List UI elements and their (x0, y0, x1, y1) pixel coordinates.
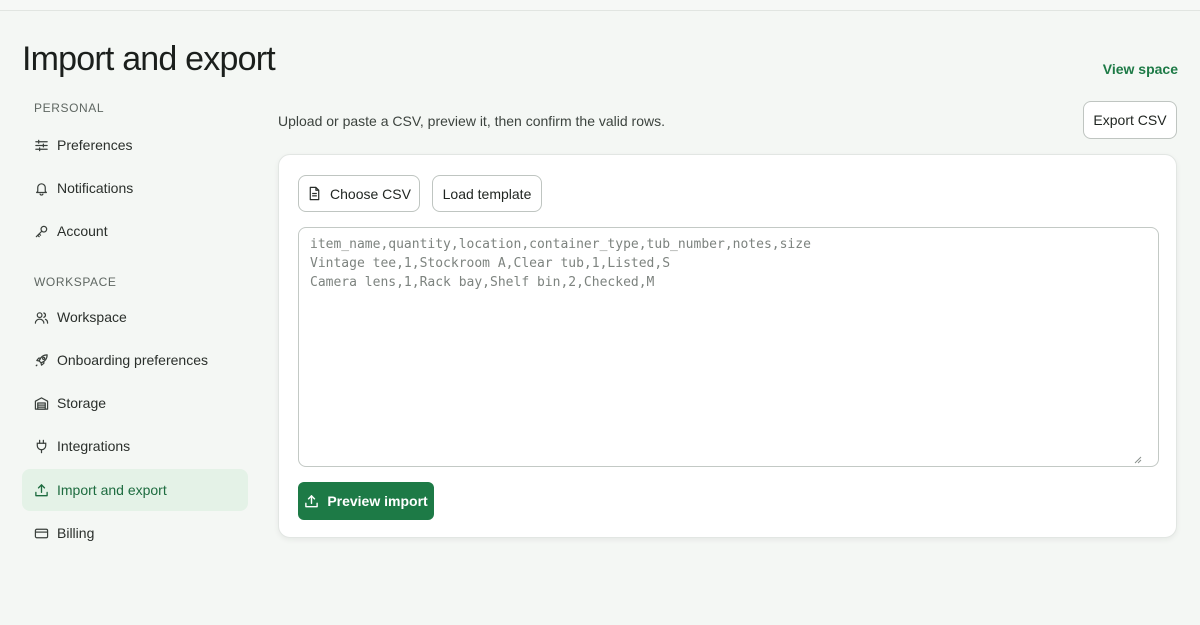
sidebar-item-billing[interactable]: Billing (22, 512, 248, 554)
sidebar-item-label: Preferences (57, 137, 133, 153)
sidebar-item-label: Notifications (57, 180, 134, 196)
plug-icon (36, 439, 47, 453)
upload-icon (305, 494, 319, 507)
upload-icon (35, 483, 48, 496)
sidebar-item-label: Storage (57, 395, 107, 411)
warehouse-icon (34, 396, 49, 410)
sidebar-item-label: Billing (57, 525, 95, 541)
bell-icon (36, 182, 47, 196)
resize-grip-icon[interactable] (1134, 456, 1142, 464)
load-template-button[interactable]: Load template (432, 175, 542, 212)
page-title: Import and export (22, 40, 276, 78)
sidebar-item-label: Workspace (57, 309, 127, 325)
section-label-workspace: WORKSPACE (34, 275, 117, 289)
preview-import-label: Preview import (327, 493, 428, 509)
sidebar-item-preferences[interactable]: Preferences (22, 124, 248, 166)
section-label-personal: PERSONAL (34, 101, 105, 115)
sidebar-item-label: Integrations (57, 438, 131, 454)
sidebar-item-notifications[interactable]: Notifications (22, 167, 248, 209)
sliders-icon (35, 139, 48, 151)
sidebar-item-onboarding-preferences[interactable]: Onboarding preferences (22, 339, 248, 381)
export-csv-button[interactable]: Export CSV (1083, 101, 1177, 139)
view-space-link[interactable]: View space (1103, 61, 1178, 77)
sidebar-item-label: Import and export (57, 482, 167, 498)
file-icon (309, 186, 320, 201)
sidebar-item-label: Onboarding preferences (57, 352, 208, 368)
rocket-icon (35, 353, 48, 367)
choose-csv-button[interactable]: Choose CSV (298, 175, 420, 212)
sidebar-item-label: Account (57, 223, 108, 239)
sidebar-item-workspace[interactable]: Workspace (22, 296, 248, 338)
sidebar-item-integrations[interactable]: Integrations (22, 425, 248, 467)
preview-import-button[interactable]: Preview import (298, 482, 434, 520)
top-bar (0, 0, 1200, 11)
sidebar-item-account[interactable]: Account (22, 210, 248, 252)
csv-textarea[interactable]: item_name,quantity,location,container_ty… (298, 227, 1159, 467)
page-subtitle: Upload or paste a CSV, preview it, then … (278, 113, 666, 129)
choose-csv-label: Choose CSV (330, 185, 411, 202)
key-icon (35, 225, 48, 237)
sidebar-item-storage[interactable]: Storage (22, 382, 248, 424)
import-card: Choose CSV Load template item_name,quant… (278, 154, 1177, 538)
users-icon (34, 311, 49, 324)
sidebar-item-import-and-export[interactable]: Import and export (22, 469, 248, 511)
credit-card-icon (34, 528, 49, 538)
